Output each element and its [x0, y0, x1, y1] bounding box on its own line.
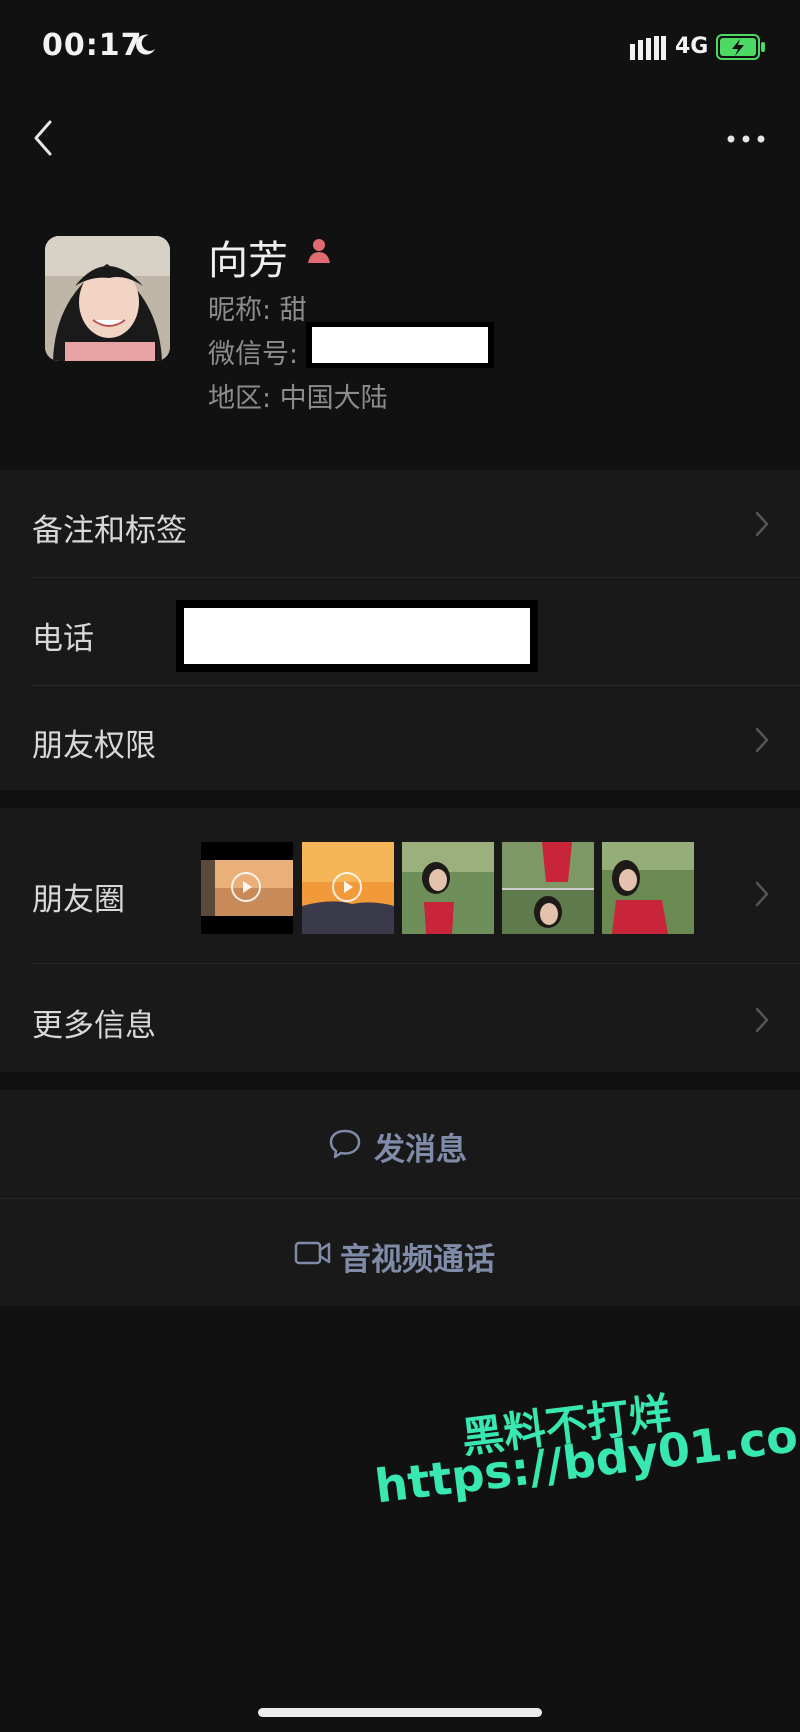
avatar[interactable]: [45, 236, 170, 361]
moments-thumbnail-video[interactable]: [302, 842, 394, 934]
network-type: 4G: [675, 34, 709, 59]
female-gender-icon: [304, 236, 334, 270]
moments-row[interactable]: 朋友圈: [32, 874, 125, 919]
moments-thumbnail-video[interactable]: [201, 842, 293, 934]
moments-thumbnail-photo[interactable]: [602, 842, 694, 934]
more-info-row[interactable]: 更多信息: [32, 1000, 156, 1045]
moon-icon: [132, 32, 158, 62]
battery-icon: [716, 34, 766, 64]
actions-section: 发消息 音视频通话: [0, 1090, 800, 1306]
moments-thumbnail-photo[interactable]: [402, 842, 494, 934]
video-call-button[interactable]: 音视频通话: [340, 1234, 495, 1279]
friend-permissions-row[interactable]: 朋友权限: [32, 720, 156, 765]
divider: [32, 963, 800, 964]
video-camera-icon: [294, 1240, 332, 1270]
home-indicator[interactable]: [258, 1708, 542, 1717]
nickname-text: 昵称: 甜: [208, 295, 307, 326]
wechat-id-redaction: [306, 322, 494, 368]
divider: [0, 1198, 800, 1199]
status-time: 00:17: [42, 28, 143, 63]
wechat-id-label: 微信号:: [208, 339, 299, 370]
chevron-right-icon: [754, 1006, 770, 1038]
signal-icon: [630, 36, 666, 64]
moments-thumbnail-photo[interactable]: [502, 842, 594, 934]
chat-bubble-icon: [328, 1128, 362, 1164]
region-text: 地区: 中国大陆: [208, 383, 388, 414]
play-icon: [332, 872, 362, 902]
remarks-and-tags-row[interactable]: 备注和标签: [32, 505, 187, 550]
divider: [32, 685, 800, 686]
play-icon: [231, 872, 261, 902]
chevron-right-icon: [754, 880, 770, 912]
phone-row[interactable]: 电话: [32, 613, 94, 658]
chevron-right-icon: [754, 726, 770, 758]
more-options-icon[interactable]: [726, 130, 766, 149]
chevron-right-icon: [754, 510, 770, 542]
contact-name: 向芳: [208, 238, 288, 284]
send-message-button[interactable]: 发消息: [374, 1124, 467, 1169]
back-icon[interactable]: [30, 118, 56, 162]
divider: [32, 577, 800, 578]
phone-redaction: [176, 600, 538, 672]
